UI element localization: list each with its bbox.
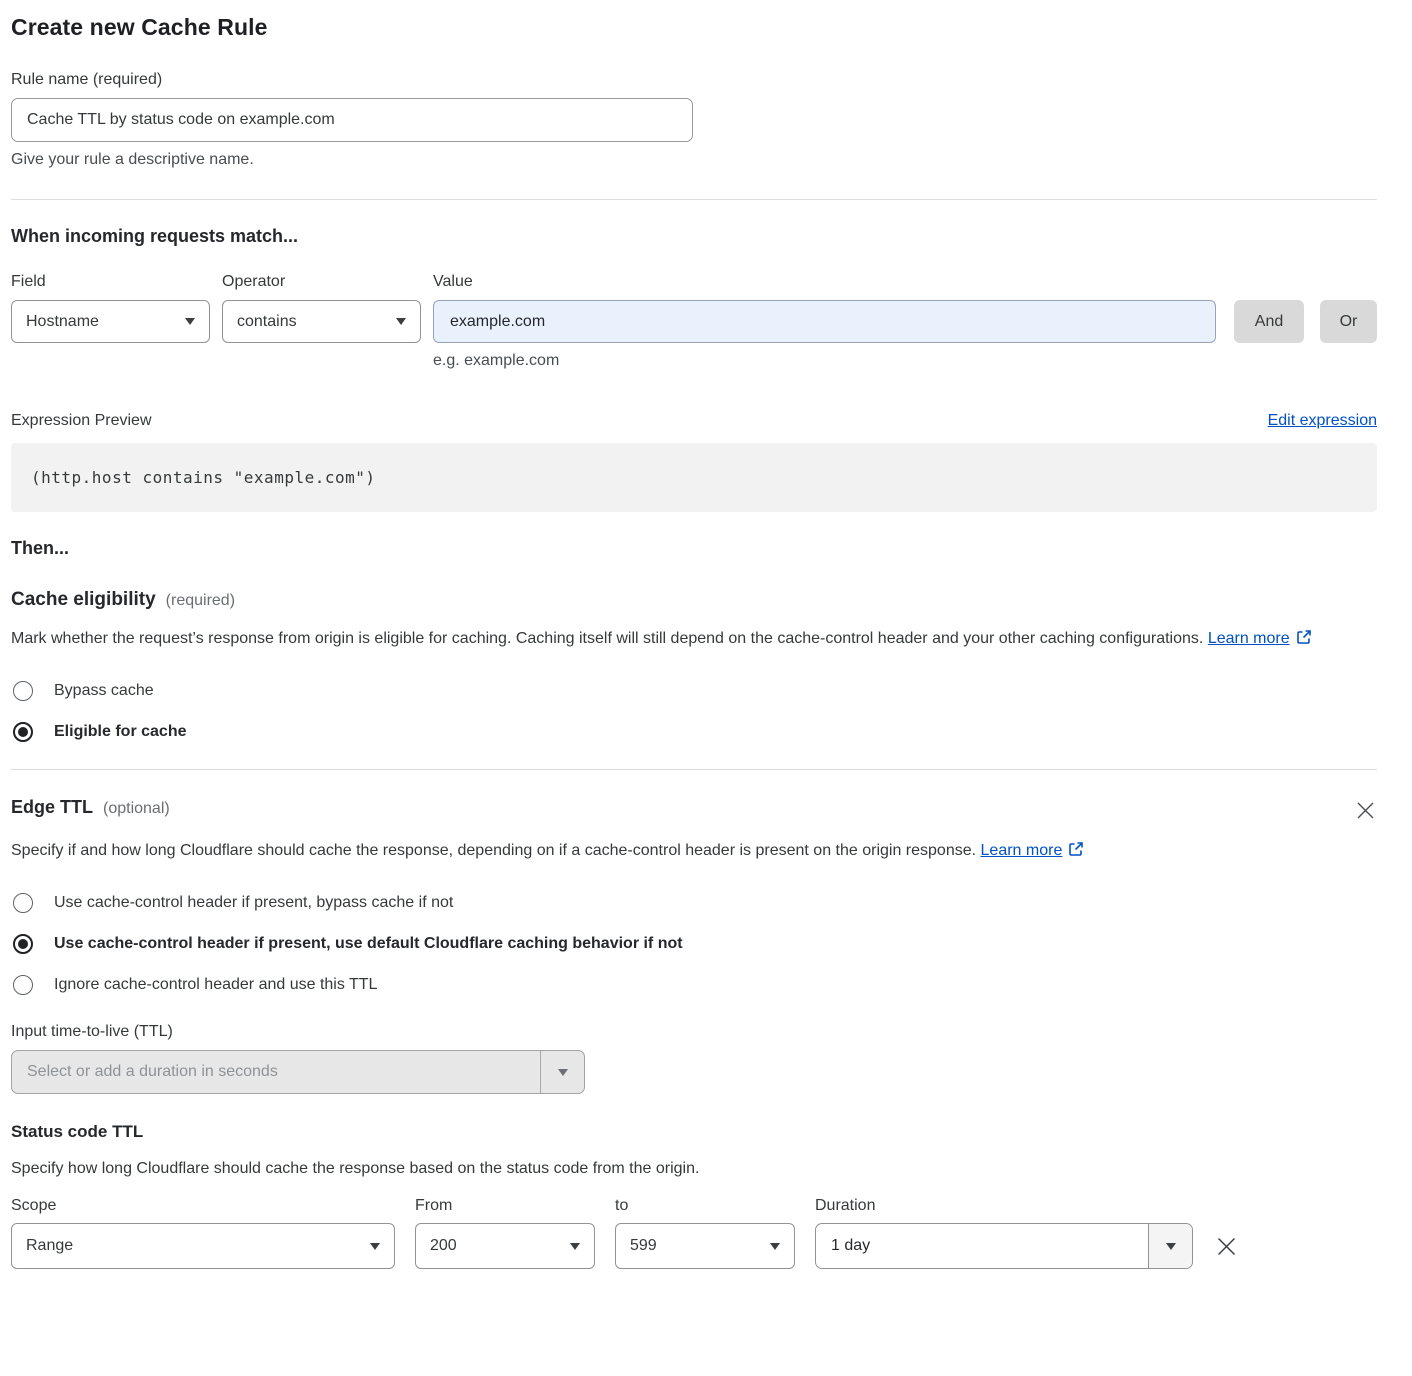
status-code-labels-row: Scope From to Duration (11, 1197, 1377, 1215)
create-cache-rule-form: Create new Cache Rule Rule name (require… (0, 0, 1412, 1376)
value-help: e.g. example.com (433, 352, 1377, 370)
edge-ttl-options: Use cache-control header if present, byp… (11, 893, 1377, 995)
external-link-icon (1068, 838, 1084, 867)
value-label: Value (433, 273, 473, 291)
chevron-down-icon (396, 318, 406, 325)
section-divider (11, 199, 1377, 200)
chevron-down-icon (570, 1243, 580, 1250)
edge-ttl-title-row: Edge TTL (optional) (11, 797, 170, 818)
field-select[interactable]: Hostname (11, 300, 210, 343)
field-select-value: Hostname (26, 313, 99, 331)
cache-eligibility-description-text: Mark whether the request’s response from… (11, 630, 1203, 647)
scope-select[interactable]: Range (11, 1223, 395, 1269)
ttl-duration-placeholder: Select or add a duration in seconds (12, 1051, 540, 1093)
edge-ttl-optional: (optional) (103, 800, 170, 818)
operator-label: Operator (222, 273, 433, 291)
edit-expression-link[interactable]: Edit expression (1268, 412, 1377, 430)
edge-ttl-header: Edge TTL (optional) (11, 797, 1377, 825)
edge-ttl-description-text: Specify if and how long Cloudflare shoul… (11, 842, 976, 859)
and-button[interactable]: And (1234, 300, 1304, 343)
chevron-down-icon (1166, 1243, 1176, 1250)
remove-rule-icon[interactable] (1214, 1234, 1239, 1259)
duration-dropdown-button[interactable] (1148, 1224, 1192, 1268)
radio-unselected-icon[interactable] (13, 975, 33, 995)
bypass-cache-option[interactable]: Bypass cache (11, 681, 1377, 701)
or-button[interactable]: Or (1320, 300, 1377, 343)
match-section-heading: When incoming requests match... (11, 226, 1377, 247)
duration-select[interactable]: 1 day (815, 1223, 1193, 1269)
radio-selected-icon[interactable] (13, 722, 33, 742)
chevron-down-icon (558, 1069, 568, 1076)
status-code-controls-row: Range 200 599 1 day (11, 1223, 1377, 1269)
match-controls-row: Hostname contains And Or (11, 300, 1377, 343)
then-heading: Then... (11, 538, 1377, 559)
scope-label: Scope (11, 1197, 415, 1215)
edge-ttl-option-default[interactable]: Use cache-control header if present, use… (11, 934, 1377, 954)
rule-name-help: Give your rule a descriptive name. (11, 151, 1377, 169)
edge-ttl-option-ignore-label: Ignore cache-control header and use this… (54, 976, 377, 994)
cache-eligibility-learn-more-link[interactable]: Learn more (1208, 630, 1290, 647)
expression-header: Expression Preview Edit expression (11, 412, 1377, 430)
operator-select-value: contains (237, 313, 297, 331)
duration-label: Duration (815, 1197, 875, 1215)
edge-ttl-option-bypass[interactable]: Use cache-control header if present, byp… (11, 893, 1377, 913)
close-icon[interactable] (1354, 799, 1377, 825)
ttl-duration-select: Select or add a duration in seconds (11, 1050, 585, 1094)
field-label: Field (11, 273, 222, 291)
edge-ttl-learn-more-link[interactable]: Learn more (981, 842, 1063, 859)
match-labels-row: Field Operator Value (11, 273, 1377, 291)
expression-preview-box: (http.host contains "example.com") (11, 443, 1377, 512)
chevron-down-icon (185, 318, 195, 325)
eligible-for-cache-label: Eligible for cache (54, 723, 186, 741)
edge-ttl-description: Specify if and how long Cloudflare shoul… (11, 836, 1116, 867)
to-select-value: 599 (630, 1237, 657, 1255)
from-select-value: 200 (430, 1237, 457, 1255)
expression-preview-label: Expression Preview (11, 412, 152, 430)
ttl-input-label: Input time-to-live (TTL) (11, 1023, 1377, 1041)
cache-eligibility-description: Mark whether the request’s response from… (11, 624, 1377, 655)
rule-name-input[interactable] (11, 98, 693, 142)
section-divider (11, 769, 1377, 770)
from-select[interactable]: 200 (415, 1223, 595, 1269)
scope-select-value: Range (26, 1237, 73, 1255)
page-title: Create new Cache Rule (11, 14, 1377, 41)
duration-select-value: 1 day (816, 1224, 1148, 1268)
cache-eligibility-header: Cache eligibility (required) (11, 589, 1377, 611)
edge-ttl-option-default-label: Use cache-control header if present, use… (54, 935, 683, 953)
cache-eligibility-options: Bypass cache Eligible for cache (11, 681, 1377, 742)
chevron-down-icon (770, 1243, 780, 1250)
eligible-for-cache-option[interactable]: Eligible for cache (11, 722, 1377, 742)
radio-selected-icon[interactable] (13, 934, 33, 954)
rule-name-label: Rule name (required) (11, 71, 1377, 89)
cache-eligibility-required: (required) (166, 592, 235, 610)
bypass-cache-label: Bypass cache (54, 682, 154, 700)
external-link-icon (1296, 626, 1312, 655)
edge-ttl-option-bypass-label: Use cache-control header if present, byp… (54, 894, 453, 912)
from-label: From (415, 1197, 615, 1215)
value-input[interactable] (433, 300, 1216, 343)
cache-eligibility-title: Cache eligibility (11, 589, 156, 611)
to-select[interactable]: 599 (615, 1223, 795, 1269)
ttl-duration-dropdown-button (540, 1051, 584, 1093)
radio-unselected-icon[interactable] (13, 681, 33, 701)
chevron-down-icon (370, 1243, 380, 1250)
radio-unselected-icon[interactable] (13, 893, 33, 913)
to-label: to (615, 1197, 815, 1215)
status-code-ttl-description: Specify how long Cloudflare should cache… (11, 1154, 1377, 1183)
edge-ttl-option-ignore[interactable]: Ignore cache-control header and use this… (11, 975, 1377, 995)
operator-select[interactable]: contains (222, 300, 421, 343)
edge-ttl-title: Edge TTL (11, 797, 93, 818)
status-code-ttl-heading: Status code TTL (11, 1122, 1377, 1142)
